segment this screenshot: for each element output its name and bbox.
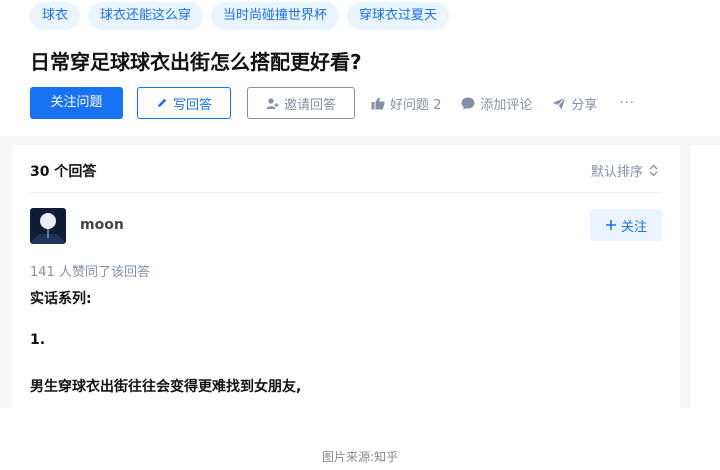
topic-tag[interactable]: 穿球衣过夏天 xyxy=(347,2,450,30)
follow-question-button[interactable]: 关注问题 xyxy=(30,87,123,119)
invite-user-icon xyxy=(266,97,279,110)
plus-icon xyxy=(605,219,617,231)
good-question-label: 好问题 2 xyxy=(390,97,442,113)
share-plane-icon xyxy=(552,96,567,110)
add-comment-label: 添加评论 xyxy=(480,97,533,113)
share-label: 分享 xyxy=(571,97,598,113)
topic-tag[interactable]: 当时尚碰撞世界杯 xyxy=(211,2,340,30)
answer-paragraph: 1. xyxy=(30,332,46,348)
comment-bubble-icon xyxy=(461,97,475,110)
question-title[interactable]: 日常穿足球球衣出街怎么搭配更好看? xyxy=(30,46,362,75)
answer-count: 30 个回答 xyxy=(30,164,97,180)
topic-tag[interactable]: 球衣 xyxy=(30,2,81,30)
follow-author-button[interactable]: 关注 xyxy=(590,209,662,241)
invite-answer-button[interactable]: 邀请回答 xyxy=(247,87,355,119)
pencil-icon xyxy=(156,97,168,109)
question-actions: 关注问题 写回答 邀请回答 好问题 2 添加评论 分享 ··· xyxy=(30,87,635,119)
answer-paragraph: 实话系列: xyxy=(30,291,92,307)
question-header: 球衣 球衣还能这么穿 当时尚碰撞世界杯 穿球衣过夏天 日常穿足球球衣出街怎么搭配… xyxy=(0,0,720,136)
more-actions-button[interactable]: ··· xyxy=(619,96,634,111)
invite-answer-label: 邀请回答 xyxy=(283,97,336,113)
topic-tag[interactable]: 球衣还能这么穿 xyxy=(88,2,204,30)
side-column xyxy=(690,145,720,408)
thumbs-up-icon xyxy=(371,97,385,110)
write-answer-label: 写回答 xyxy=(172,97,212,113)
add-comment-button[interactable]: 添加评论 xyxy=(461,94,532,113)
author-name[interactable]: moon xyxy=(80,217,124,233)
write-answer-button[interactable]: 写回答 xyxy=(137,87,231,119)
divider xyxy=(30,192,662,193)
follow-author-label: 关注 xyxy=(620,219,647,235)
image-source-caption: 图片来源:知乎 xyxy=(321,450,399,464)
answers-card: 30 个回答 默认排序 moon 关注 141 人赞同了该回答 实话系列: 1.… xyxy=(12,145,680,408)
likes-count: 141 人赞同了该回答 xyxy=(30,265,150,280)
answer-paragraph: 男生穿球衣出街往往会变得更难找到女朋友, xyxy=(30,379,302,395)
topic-tags: 球衣 球衣还能这么穿 当时尚碰撞世界杯 穿球衣过夏天 xyxy=(30,2,450,30)
avatar[interactable] xyxy=(30,208,66,244)
sort-label: 默认排序 xyxy=(590,165,643,180)
sort-chevrons-icon xyxy=(649,164,658,177)
sort-selector[interactable]: 默认排序 xyxy=(591,161,658,180)
good-question-button[interactable]: 好问题 2 xyxy=(371,94,441,113)
share-button[interactable]: 分享 xyxy=(552,94,597,113)
